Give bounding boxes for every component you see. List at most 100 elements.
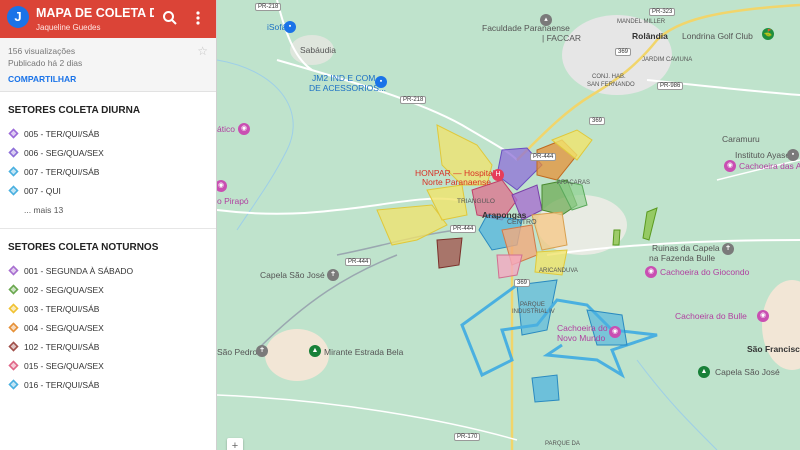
layer-item-list: 001 - SEGUNDA À SÁBADO 002 - SEG/QUA/SEX… (0, 261, 216, 394)
polygon-icon (8, 265, 19, 276)
school-icon[interactable]: ▴ (540, 14, 552, 26)
place-label: CENTRO (507, 219, 537, 226)
layer-item-label: 002 - SEG/QUA/SEX (24, 284, 104, 295)
place-label: Cachoeira das Abelh (739, 161, 800, 171)
map-sidebar: J MAPA DE COLETA DO… Jaqueline Guedes 15… (0, 0, 217, 450)
layer-diurna: SETORES COLETA DIURNA 005 - TER/QUI/SÁB … (0, 92, 216, 229)
layer-item[interactable]: 102 - TER/QUI/SÁB (0, 337, 216, 356)
waterfall-icon[interactable]: ◉ (609, 326, 621, 338)
polygon-icon (8, 303, 19, 314)
golf-icon[interactable]: ⛳ (762, 28, 774, 40)
more-options-button[interactable] (188, 8, 208, 28)
layer-item[interactable]: 007 - TER/QUI/SÁB (0, 162, 216, 181)
layer-item-label: 102 - TER/QUI/SÁB (24, 341, 100, 352)
layer-item[interactable]: 006 - SEG/QUA/SEX (0, 143, 216, 162)
place-label: Instituto Ayaser (735, 150, 793, 160)
place-label: JM2 IND E COM (312, 73, 376, 83)
polygon-icon (8, 360, 19, 371)
star-icon[interactable]: ☆ (197, 44, 208, 58)
layer-item-label: 005 - TER/QUI/SÁB (24, 128, 100, 139)
road-shield: PR-323 (649, 8, 676, 16)
viewpoint-icon[interactable]: ▲ (698, 366, 710, 378)
viewpoint-icon[interactable]: ▲ (309, 345, 321, 357)
search-button[interactable] (160, 8, 180, 28)
waterfall-icon[interactable]: ◉ (724, 160, 736, 172)
place-label: Londrina Golf Club (682, 31, 753, 41)
shop-icon[interactable]: ▪ (375, 76, 387, 88)
polygon-icon (8, 341, 19, 352)
sector-polygon[interactable] (612, 229, 621, 246)
institute-icon[interactable]: ▪ (787, 149, 799, 161)
layer-item[interactable]: 004 - SEG/QUA/SEX (0, 318, 216, 337)
shop-icon[interactable]: ▪ (284, 21, 296, 33)
sector-polygon[interactable] (531, 374, 560, 403)
place-label: ARAÇARAS (557, 180, 591, 186)
map-meta: 156 visualizações Publicado há 2 dias ☆ … (0, 38, 216, 92)
sidebar-header: J MAPA DE COLETA DO… Jaqueline Guedes (0, 0, 216, 38)
hospital-icon[interactable]: H (492, 169, 504, 181)
place-label: MANDEL MILLER (617, 19, 666, 25)
sector-polygon[interactable] (436, 237, 463, 269)
waterfall-icon[interactable]: ◉ (238, 123, 250, 135)
polygon-icon (8, 284, 19, 295)
road-shield: PR-218 (400, 96, 427, 104)
polygon-icon (8, 128, 19, 139)
map-canvas[interactable]: Sabáudia iSofá ▪ JM2 IND E COM DE ACESSO… (217, 0, 800, 450)
polygon-icon (8, 379, 19, 390)
road-shield: 369 (615, 48, 632, 56)
place-label: Cachoeira do Bulle (675, 311, 747, 321)
show-more-link[interactable]: ... mais 13 (0, 200, 216, 219)
map-title: MAPA DE COLETA DO… (36, 6, 154, 20)
polygon-icon (8, 147, 19, 158)
church-icon[interactable]: ✝ (327, 269, 339, 281)
city-label: São Francisco (747, 344, 800, 354)
layer-item[interactable]: 003 - TER/QUI/SÁB (0, 299, 216, 318)
place-label: Novo Mundo (557, 333, 606, 343)
zoom-in-button[interactable]: + (227, 438, 243, 450)
more-vert-icon (196, 11, 200, 25)
place-label: ático (217, 124, 235, 134)
road-shield: PR-444 (450, 225, 477, 233)
layer-item-label: 015 - SEG/QUA/SEX (24, 360, 104, 371)
city-label: Caramuru (722, 134, 760, 144)
place-label: na Fazenda Bulle (649, 253, 716, 263)
map-author[interactable]: Jaqueline Guedes (36, 23, 101, 32)
layer-item-label: 001 - SEGUNDA À SÁBADO (24, 265, 134, 276)
place-label: São Pedro (217, 347, 258, 357)
polygon-icon (8, 185, 19, 196)
place-label: o Pirapó (217, 196, 249, 206)
layer-item-label: 007 - QUI (24, 185, 61, 196)
city-label: Rolândia (632, 31, 668, 41)
place-label: PARQUE DA (545, 441, 580, 447)
road-shield: PR-444 (345, 258, 372, 266)
layer-item[interactable]: 016 - TER/QUI/SÁB (0, 375, 216, 394)
layer-item-label: 007 - TER/QUI/SÁB (24, 166, 100, 177)
road-shield: 369 (589, 117, 606, 125)
place-label: Mirante Estrada Bela (324, 347, 404, 357)
avatar[interactable]: J (7, 6, 29, 28)
place-label: Ruinas da Capela (652, 243, 720, 253)
layer-item[interactable]: 005 - TER/QUI/SÁB (0, 124, 216, 143)
place-label: DE ACESSORIOS... (309, 83, 386, 93)
place-label: Cachoeira do (557, 323, 608, 333)
place-label: ARICANDUVA (539, 268, 578, 274)
layer-item[interactable]: 015 - SEG/QUA/SEX (0, 356, 216, 375)
layer-item[interactable]: 002 - SEG/QUA/SEX (0, 280, 216, 299)
layer-title[interactable]: SETORES COLETA NOTURNOS (0, 229, 216, 261)
layer-title[interactable]: SETORES COLETA DIURNA (0, 92, 216, 124)
layer-item[interactable]: 007 - QUI (0, 181, 216, 200)
layer-item[interactable]: 001 - SEGUNDA À SÁBADO (0, 261, 216, 280)
road-shield: PR-444 (530, 153, 557, 161)
church-icon[interactable]: ✝ (256, 345, 268, 357)
share-button[interactable]: COMPARTILHAR (8, 74, 76, 84)
waterfall-icon[interactable]: ◉ (645, 266, 657, 278)
road-shield: 369 (514, 279, 531, 287)
layer-noturnos: SETORES COLETA NOTURNOS 001 - SEGUNDA À … (0, 229, 216, 394)
place-label: TRIANGULO (457, 198, 495, 205)
view-count: 156 visualizações (8, 46, 76, 56)
waterfall-icon[interactable]: ◉ (757, 310, 769, 322)
place-label: | FACCAR (542, 33, 582, 43)
church-icon[interactable]: ✝ (722, 243, 734, 255)
layer-item-label: 016 - TER/QUI/SÁB (24, 379, 100, 390)
place-label: CONJ. HAB. (592, 74, 626, 80)
